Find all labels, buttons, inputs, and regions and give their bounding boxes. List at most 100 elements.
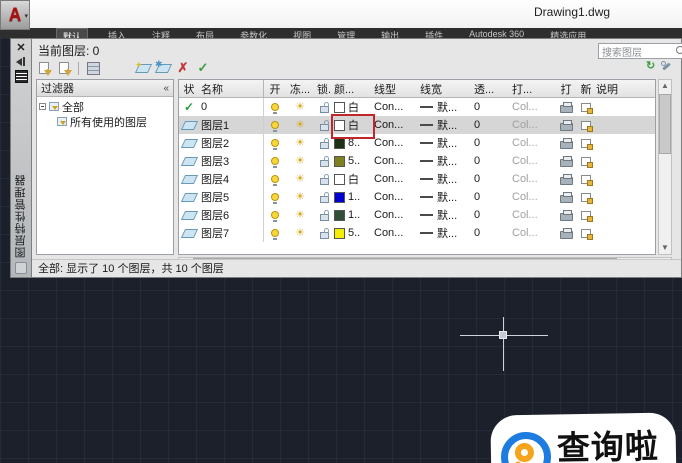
- layer-plot-toggle[interactable]: [556, 120, 576, 131]
- ribbon-tab[interactable]: 默认: [56, 28, 88, 38]
- set-current-button[interactable]: ✓: [195, 61, 211, 76]
- layer-on-toggle[interactable]: [263, 116, 286, 134]
- new-layer-button[interactable]: ✦: [135, 61, 151, 76]
- application-menu-button[interactable]: A ▾: [0, 0, 30, 30]
- collapse-filter-icon[interactable]: «: [163, 83, 169, 94]
- layer-plot-toggle[interactable]: [556, 228, 576, 239]
- vertical-scrollbar[interactable]: ▲ ▼: [658, 79, 672, 255]
- col-new-vp[interactable]: 新: [576, 81, 596, 97]
- layer-row[interactable]: 图层5 ☀ 1.. Con... 默... 0 Col...: [179, 188, 655, 206]
- layer-lineweight[interactable]: 默...: [420, 117, 474, 133]
- col-plotstyle[interactable]: 打...: [512, 81, 556, 97]
- layer-color-cell[interactable]: 白: [334, 117, 374, 133]
- layer-new-vp-toggle[interactable]: [576, 139, 596, 148]
- scroll-down-icon[interactable]: ▼: [661, 242, 669, 254]
- ribbon-tab[interactable]: 精选应用: [544, 28, 592, 38]
- layer-transparency[interactable]: 0: [474, 101, 512, 113]
- layer-plot-toggle[interactable]: [556, 192, 576, 203]
- layer-row[interactable]: 图层6 ☀ 1.. Con... 默... 0 Col...: [179, 206, 655, 224]
- ribbon-tab[interactable]: 管理: [331, 28, 361, 38]
- col-plot[interactable]: 打: [556, 81, 576, 97]
- layer-freeze-toggle[interactable]: ☀: [286, 156, 314, 167]
- new-layer-vp-frozen-button[interactable]: ✱: [155, 61, 171, 76]
- layer-transparency[interactable]: 0: [474, 155, 512, 167]
- vertical-scroll-thumb[interactable]: [659, 94, 671, 154]
- layer-color-cell[interactable]: 5..: [334, 227, 374, 239]
- refresh-icon[interactable]: ↻: [646, 60, 655, 72]
- new-group-filter-button[interactable]: [56, 61, 72, 76]
- ribbon-tab[interactable]: 插入: [102, 28, 132, 38]
- settings-icon[interactable]: [661, 61, 671, 71]
- layer-new-vp-toggle[interactable]: [576, 211, 596, 220]
- scroll-up-icon[interactable]: ▲: [661, 80, 669, 92]
- ribbon-tab[interactable]: Autodesk 360: [463, 28, 530, 38]
- layer-name[interactable]: 图层2: [199, 135, 263, 151]
- layer-on-toggle[interactable]: [263, 170, 286, 188]
- layer-linetype[interactable]: Con...: [374, 191, 420, 203]
- layer-freeze-toggle[interactable]: ☀: [286, 192, 314, 203]
- layer-lineweight[interactable]: 默...: [420, 99, 474, 115]
- ribbon-tab[interactable]: 视图: [287, 28, 317, 38]
- filter-item-all-used[interactable]: 所有使用的图层: [39, 114, 171, 129]
- layer-transparency[interactable]: 0: [474, 191, 512, 203]
- layer-color-cell[interactable]: 白: [334, 171, 374, 187]
- layer-freeze-toggle[interactable]: ☀: [286, 120, 314, 131]
- layer-lineweight[interactable]: 默...: [420, 135, 474, 151]
- layer-transparency[interactable]: 0: [474, 137, 512, 149]
- layer-linetype[interactable]: Con...: [374, 119, 420, 131]
- layer-plot-toggle[interactable]: [556, 102, 576, 113]
- layer-color-cell[interactable]: 5..: [334, 155, 374, 167]
- layer-lineweight[interactable]: 默...: [420, 207, 474, 223]
- layer-freeze-toggle[interactable]: ☀: [286, 174, 314, 185]
- layer-transparency[interactable]: 0: [474, 173, 512, 185]
- layer-on-toggle[interactable]: [263, 134, 286, 152]
- layer-linetype[interactable]: Con...: [374, 101, 420, 113]
- col-lock[interactable]: 锁.: [314, 81, 334, 97]
- layer-new-vp-toggle[interactable]: [576, 157, 596, 166]
- col-on[interactable]: 开: [263, 80, 286, 97]
- layer-color-cell[interactable]: 白: [334, 99, 374, 115]
- layer-name[interactable]: 图层7: [199, 225, 263, 241]
- layer-color-cell[interactable]: 8..: [334, 137, 374, 149]
- layer-freeze-toggle[interactable]: ☀: [286, 102, 314, 113]
- layer-lineweight[interactable]: 默...: [420, 225, 474, 241]
- filter-item-all[interactable]: 全部: [39, 99, 171, 114]
- properties-menu-icon[interactable]: [15, 70, 28, 83]
- col-name[interactable]: 名称: [199, 81, 263, 97]
- layer-transparency[interactable]: 0: [474, 209, 512, 221]
- close-icon[interactable]: ✕: [16, 42, 25, 54]
- layer-name[interactable]: 0: [199, 101, 263, 113]
- auto-hide-icon[interactable]: [15, 57, 27, 67]
- layer-lineweight[interactable]: 默...: [420, 189, 474, 205]
- layer-transparency[interactable]: 0: [474, 119, 512, 131]
- layer-name[interactable]: 图层4: [199, 171, 263, 187]
- layer-new-vp-toggle[interactable]: [576, 175, 596, 184]
- layer-new-vp-toggle[interactable]: [576, 103, 596, 112]
- layer-lock-toggle[interactable]: [314, 120, 334, 131]
- layer-lock-toggle[interactable]: [314, 228, 334, 239]
- layer-freeze-toggle[interactable]: ☀: [286, 138, 314, 149]
- layer-linetype[interactable]: Con...: [374, 209, 420, 221]
- layer-lock-toggle[interactable]: [314, 174, 334, 185]
- col-description[interactable]: 说明: [596, 81, 655, 97]
- layer-on-toggle[interactable]: [263, 224, 286, 242]
- ribbon-tab[interactable]: 注释: [146, 28, 176, 38]
- layer-freeze-toggle[interactable]: ☀: [286, 210, 314, 221]
- search-input[interactable]: 搜索图层: [598, 43, 682, 59]
- layer-new-vp-toggle[interactable]: [576, 193, 596, 202]
- layer-plot-toggle[interactable]: [556, 138, 576, 149]
- col-status[interactable]: 状: [179, 81, 199, 97]
- layer-row[interactable]: 图层2 ☀ 8.. Con... 默... 0 Col...: [179, 134, 655, 152]
- layer-linetype[interactable]: Con...: [374, 173, 420, 185]
- col-transparency[interactable]: 透...: [474, 81, 512, 97]
- layer-lock-toggle[interactable]: [314, 192, 334, 203]
- tree-expander-icon[interactable]: [39, 103, 46, 110]
- col-linetype[interactable]: 线型: [374, 81, 420, 97]
- layer-lock-toggle[interactable]: [314, 102, 334, 113]
- col-color[interactable]: 颜...: [334, 81, 374, 97]
- layer-freeze-toggle[interactable]: ☀: [286, 228, 314, 239]
- layer-lock-toggle[interactable]: [314, 210, 334, 221]
- layer-linetype[interactable]: Con...: [374, 137, 420, 149]
- layer-lineweight[interactable]: 默...: [420, 171, 474, 187]
- layer-name[interactable]: 图层5: [199, 189, 263, 205]
